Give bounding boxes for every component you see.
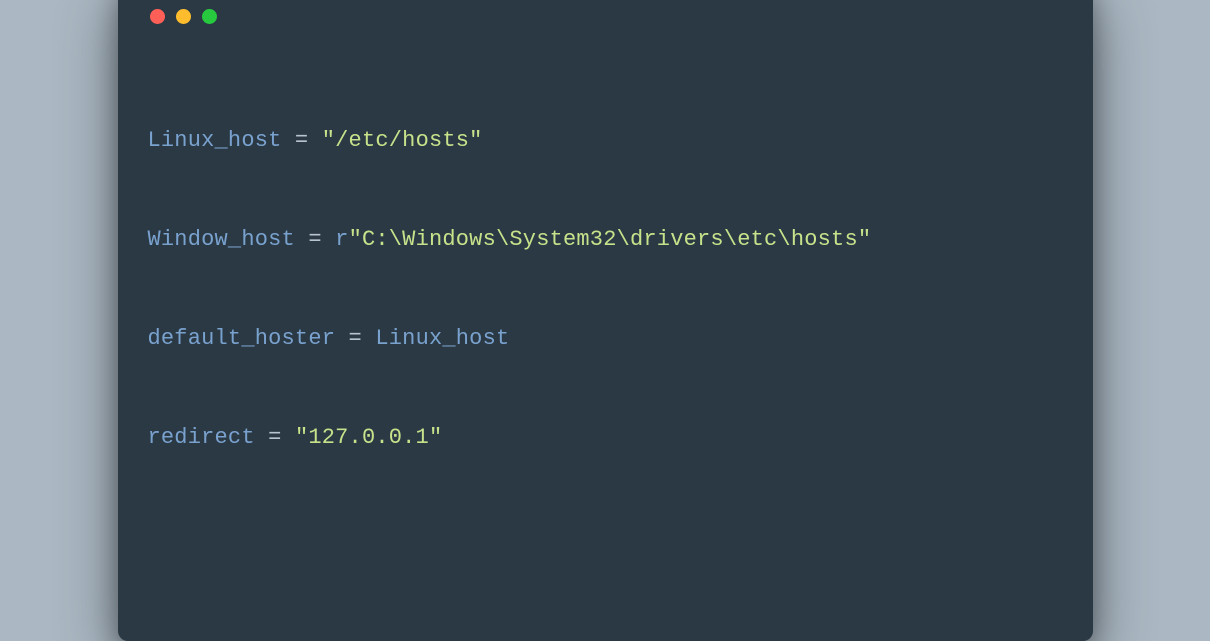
window-titlebar	[150, 9, 1063, 24]
code-line: Window_host = r"C:\Windows\System32\driv…	[148, 215, 1063, 265]
variable-name: Window_host	[148, 227, 295, 252]
variable-name: default_hoster	[148, 326, 336, 351]
variable-name: Linux_host	[148, 128, 282, 153]
operator: =	[335, 326, 375, 351]
operator: =	[255, 425, 295, 450]
string-literal: "C:\Windows\System32\drivers\etc\hosts"	[349, 227, 872, 252]
variable-name: redirect	[148, 425, 255, 450]
code-line: redirect = "127.0.0.1"	[148, 413, 1063, 463]
code-block: Linux_host = "/etc/hosts" Window_host = …	[148, 66, 1063, 561]
operator: =	[282, 128, 322, 153]
code-line: Linux_host = "/etc/hosts"	[148, 116, 1063, 166]
operator: =	[295, 227, 335, 252]
close-icon[interactable]	[150, 9, 165, 24]
terminal-window: Linux_host = "/etc/hosts" Window_host = …	[118, 0, 1093, 641]
string-prefix: r	[335, 227, 348, 252]
minimize-icon[interactable]	[176, 9, 191, 24]
code-line: default_hoster = Linux_host	[148, 314, 1063, 364]
string-literal: "127.0.0.1"	[295, 425, 442, 450]
zoom-icon[interactable]	[202, 9, 217, 24]
variable-ref: Linux_host	[375, 326, 509, 351]
string-literal: "/etc/hosts"	[322, 128, 483, 153]
